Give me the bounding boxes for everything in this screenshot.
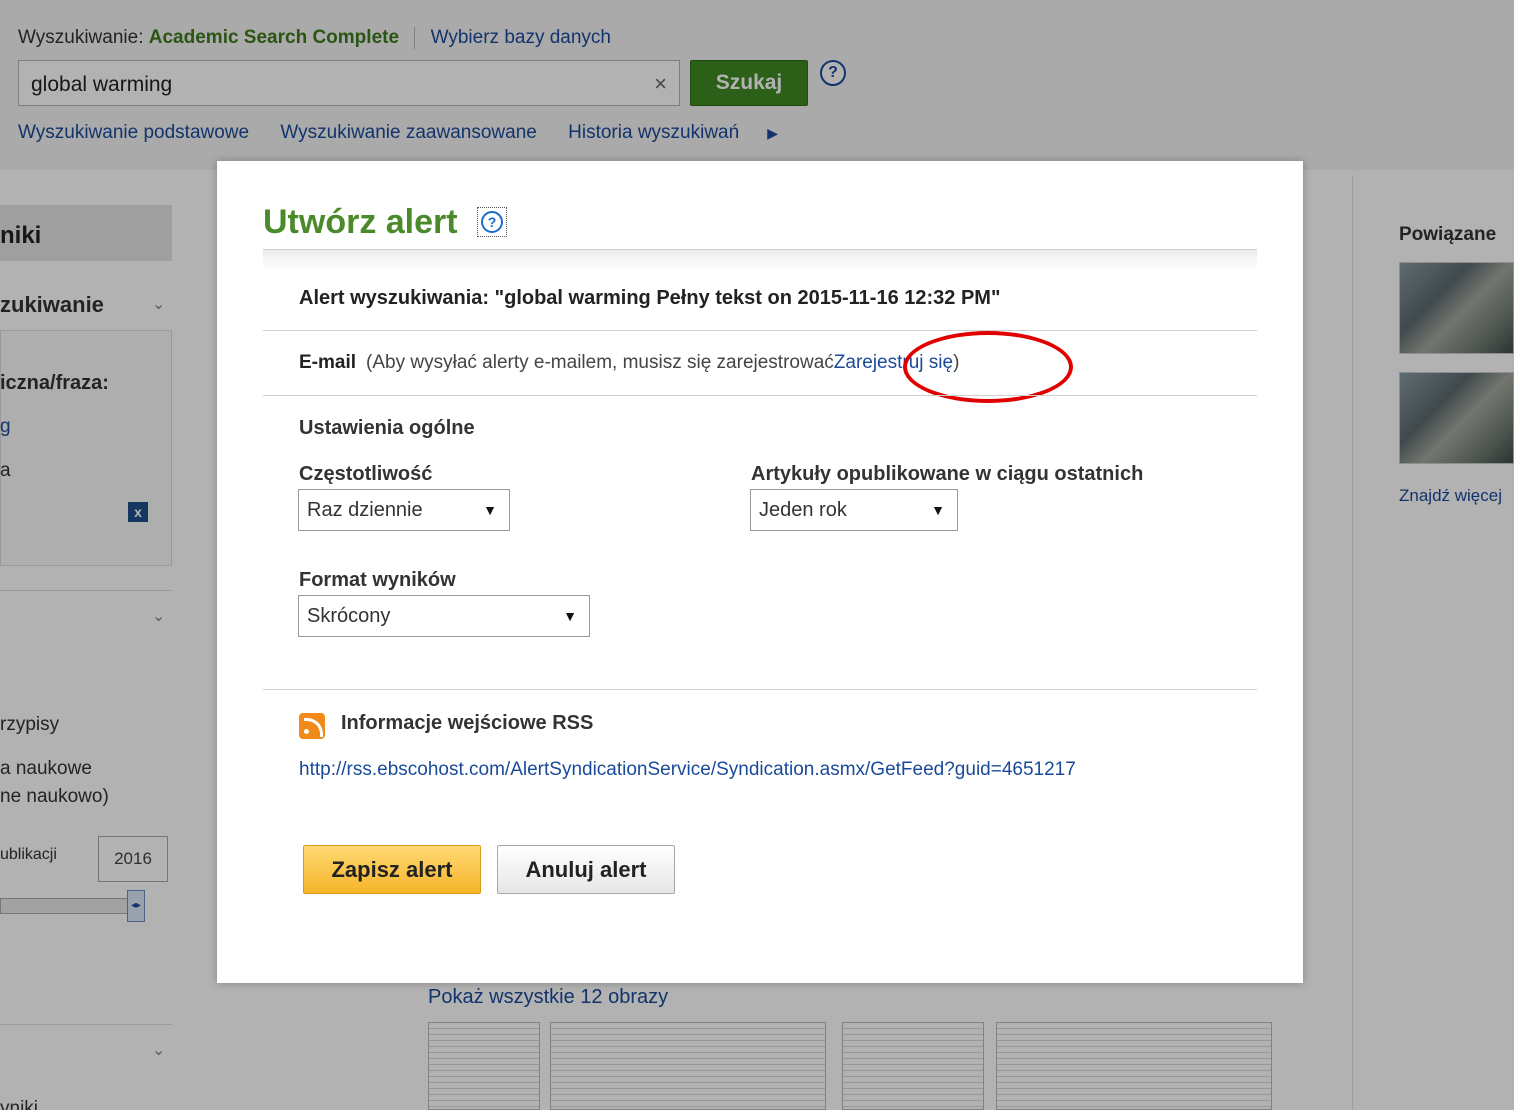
email-note: (Aby wysyłać alerty e-mailem, musisz się… [366,352,834,373]
result-format-value: Skrócony [307,605,391,627]
rss-feed-label: Informacje wejściowe RSS [341,712,594,734]
email-row: E-mail (Aby wysyłać alerty e-mailem, musi… [299,352,959,374]
divider [263,330,1257,331]
create-alert-dialog: Utwórz alert ? Alert wyszukiwania: "glob… [217,161,1303,983]
dropdown-arrow-icon: ▼ [483,502,497,518]
rss-icon [299,713,325,739]
alert-name: Alert wyszukiwania: "global warming Pełn… [299,287,1001,309]
dialog-title: Utwórz alert [263,203,458,241]
published-within-select[interactable]: Jeden rok ▼ [750,489,958,531]
general-settings-heading: Ustawienia ogólne [299,417,475,439]
cancel-alert-button[interactable]: Anuluj alert [497,845,675,894]
frequency-select[interactable]: Raz dziennie ▼ [298,489,510,531]
frequency-value: Raz dziennie [307,499,423,521]
result-format-label: Format wyników [299,569,456,591]
help-icon: ? [481,211,503,233]
published-within-value: Jeden rok [759,499,847,521]
rss-feed-url[interactable]: http://rss.ebscohost.com/AlertSyndicatio… [299,759,1076,781]
result-format-select[interactable]: Skrócony ▼ [298,595,590,637]
dialog-header-divider [263,249,1257,271]
help-button[interactable]: ? [477,207,507,237]
dropdown-arrow-icon: ▼ [563,608,577,624]
email-label: E-mail [299,352,357,373]
divider [263,689,1257,690]
published-within-label: Artykuły opublikowane w ciągu ostatnich [751,463,1144,485]
save-alert-button[interactable]: Zapisz alert [303,845,481,894]
frequency-label: Częstotliwość [299,463,433,485]
dropdown-arrow-icon: ▼ [931,502,945,518]
highlight-circle [903,331,1073,403]
divider [263,395,1257,396]
